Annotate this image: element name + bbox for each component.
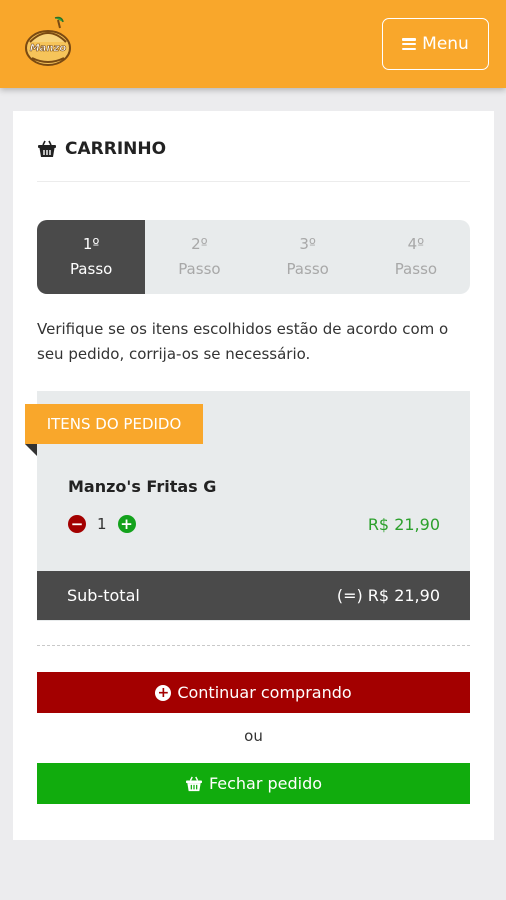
close-order-label: Fechar pedido [208,774,323,793]
step-number: 4º [407,235,425,253]
continue-shopping-button[interactable]: + Continuar comprando [37,672,470,713]
app-header: Manzo Menu [0,0,506,88]
step-4[interactable]: 4º Passo [362,220,470,294]
cart-title-text: CARRINHO [65,139,167,159]
step-label: Passo [178,260,221,278]
dashed-divider [37,645,470,646]
subtotal-value: (=) R$ 21,90 [336,586,440,605]
cart-instructions: Verifique se os itens escolhidos estão d… [37,320,449,363]
step-label: Passo [394,260,438,278]
minus-circle-icon[interactable]: − [68,515,86,533]
step-2[interactable]: 2º Passo [145,220,253,294]
item-price: R$ 21,90 [367,515,440,534]
step-label: Passo [286,260,329,278]
plus-circle-icon[interactable]: + [117,515,136,533]
step-label: Passo [69,260,113,278]
svg-text:Manzo: Manzo [30,43,67,54]
item-name: Manzo's Fritas G [68,477,217,496]
step-3[interactable]: 3º Passo [254,220,362,294]
title-divider [37,181,470,182]
close-order-button[interactable]: Fechar pedido [37,763,470,804]
step-number: 2º [191,235,208,253]
plus-circle-icon: + [155,684,172,701]
order-items-label: ITENS DO PEDIDO [25,404,203,444]
item-quantity: 1 [97,515,107,533]
step-1[interactable]: 1º Passo [37,220,146,294]
subtotal-label: Sub-total [67,586,140,605]
or-separator: ou [244,727,263,745]
menu-button[interactable]: Menu [382,18,489,70]
cart-title: CARRINHO [37,139,166,159]
step-number: 1º [82,235,100,253]
subtotal-bar: Sub-total (=) R$ 21,90 [37,571,470,620]
step-number: 3º [299,235,316,253]
checkout-steps: 1º Passo 2º Passo 3º Passo 4º Passo [37,220,470,294]
cart-card: CARRINHO 1º Passo 2º Passo 3º Passo 4º P… [13,111,494,840]
bars-icon [402,38,417,50]
ribbon-fold [25,444,37,456]
brand-logo[interactable]: Manzo [22,14,74,68]
quantity-stepper: − 1 + [68,515,136,533]
basket-icon [38,140,56,157]
continue-shopping-label: Continuar comprando [177,683,352,702]
basket-icon [185,776,202,791]
menu-button-label: Menu [422,34,469,54]
